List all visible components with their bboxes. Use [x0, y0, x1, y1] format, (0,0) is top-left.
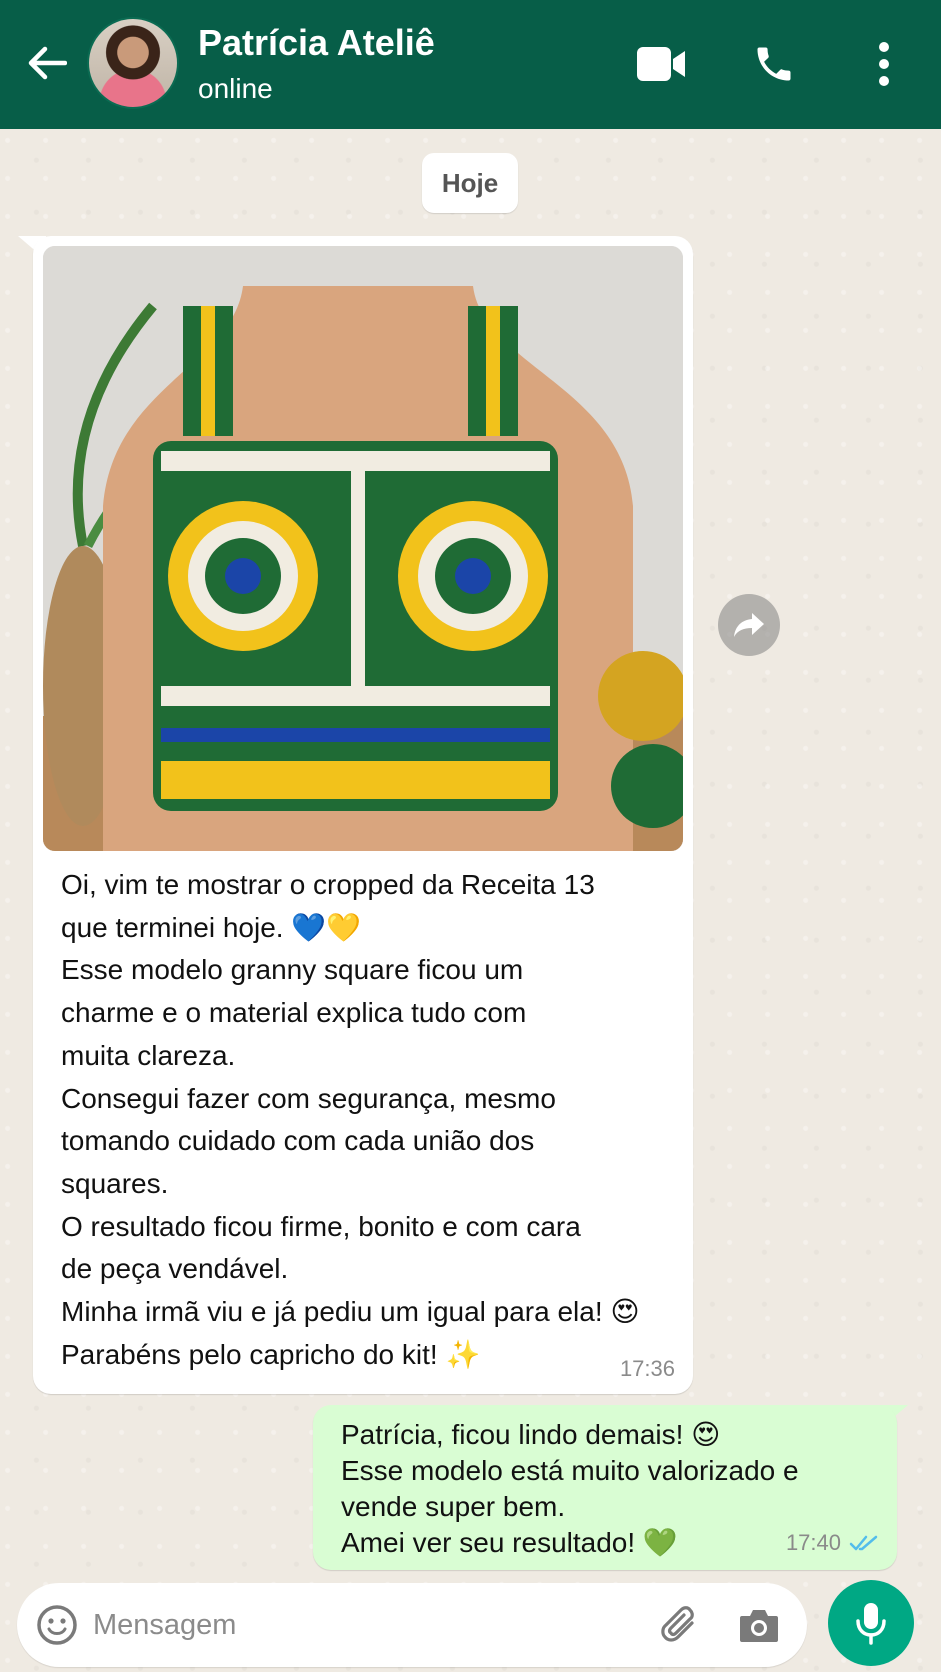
message-time: 17:40	[785, 1530, 841, 1555]
chat-header: Patrícia Ateliê online	[0, 0, 941, 129]
message-input[interactable]	[93, 1601, 633, 1649]
video-camera-icon	[637, 47, 685, 81]
incoming-message[interactable]: Oi, vim te mostrar o cropped da Receita …	[33, 236, 693, 1394]
paperclip-icon	[661, 1606, 694, 1642]
message-line: Consegui fazer com segurança, mesmo	[61, 1082, 556, 1114]
arrow-back-icon	[28, 46, 67, 80]
attach-button[interactable]	[655, 1601, 703, 1649]
message-meta: 17:40	[786, 1530, 879, 1556]
message-line: O resultado ficou firme, bonito e com ca…	[61, 1210, 581, 1242]
microphone-icon	[856, 1603, 886, 1645]
date-chip: Hoje	[422, 153, 518, 213]
message-line: charme e o material explica tudo com	[61, 997, 527, 1029]
mic-button[interactable]	[828, 1580, 914, 1666]
camera-icon	[740, 1610, 778, 1642]
message-line: tomando cuidado com cada união dos	[61, 1125, 535, 1157]
emoji-icon	[37, 1605, 77, 1645]
message-line: Esse modelo está muito valorizado e	[341, 1455, 799, 1486]
forward-button[interactable]	[718, 594, 780, 656]
message-line: Esse modelo granny square ficou um	[61, 954, 524, 986]
message-line: Minha irmã viu e já pediu um igual para …	[61, 1296, 640, 1328]
more-options-button[interactable]	[856, 38, 912, 90]
phone-icon	[757, 47, 791, 81]
contact-name[interactable]: Patrícia Ateliê	[198, 22, 435, 64]
message-time: 17:36	[619, 1356, 675, 1381]
message-line: Oi, vim te mostrar o cropped da Receita …	[61, 869, 595, 900]
outgoing-message[interactable]: Patrícia, ficou lindo demais! 😍 Esse mod…	[313, 1405, 897, 1570]
message-line: Parabéns pelo capricho do kit! ✨	[61, 1338, 481, 1370]
more-vertical-icon	[879, 42, 889, 86]
camera-button[interactable]	[735, 1601, 783, 1649]
double-check-icon	[849, 1535, 878, 1551]
message-composer	[17, 1583, 807, 1667]
forward-icon	[734, 613, 764, 637]
message-line: muita clareza.	[61, 1039, 236, 1071]
message-line: squares.	[61, 1167, 169, 1199]
message-line: de peça vendável.	[61, 1253, 289, 1285]
voice-call-button[interactable]	[746, 38, 802, 90]
back-button[interactable]	[22, 38, 72, 88]
message-photo[interactable]	[43, 246, 683, 851]
video-call-button[interactable]	[633, 38, 689, 90]
avatar[interactable]	[87, 17, 179, 109]
message-line: que terminei hoje. 💙💛	[61, 911, 362, 943]
message-line: Patrícia, ficou lindo demais! 😍	[341, 1419, 721, 1450]
contact-status: online	[198, 73, 273, 104]
message-line: vende super bem.	[341, 1491, 566, 1522]
emoji-button[interactable]	[33, 1601, 81, 1649]
incoming-message-text: Oi, vim te mostrar o cropped da Receita …	[61, 864, 671, 1376]
